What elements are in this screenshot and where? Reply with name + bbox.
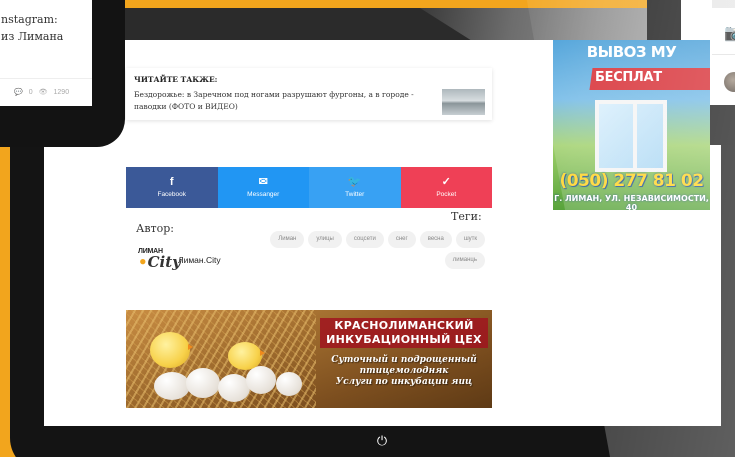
- author-logo[interactable]: ЛИМАН •City: [138, 248, 181, 272]
- tag-item[interactable]: лиманць: [444, 252, 485, 269]
- window-frame: [633, 104, 637, 168]
- ad-incubator-title-line-1: КРАСНОЛИМАНСКИЙ: [334, 319, 474, 332]
- tag-item[interactable]: соцсети: [345, 231, 384, 248]
- phone-left-stats: 💬 0 👁 1290: [14, 88, 70, 97]
- share-facebook-label: Facebook: [157, 191, 187, 198]
- phone-left-line-2: из Лимана: [1, 30, 64, 43]
- ad-incubator-title-line-2: ИНКУБАЦИОННЫЙ ЦЕХ: [326, 333, 482, 346]
- view-count: 1290: [53, 88, 70, 96]
- tags-list: Лиман улицы соцсети снег весна шутк лима…: [259, 231, 485, 269]
- phone-left-divider: [0, 78, 92, 79]
- egg-image: [246, 366, 276, 394]
- chick-image: [150, 332, 190, 368]
- read-also-label: ЧИТАЙТЕ ТАКЖЕ:: [134, 75, 218, 84]
- eye-icon: 👁: [38, 89, 48, 96]
- share-bar: f Facebook ✉ Messanger 🐦 Twitter ✓ Pocke…: [126, 167, 492, 208]
- ad-banner-incubator[interactable]: КРАСНОЛИМАНСКИЙ ИНКУБАЦИОННЫЙ ЦЕХ Суточн…: [126, 310, 492, 408]
- share-facebook-button[interactable]: f Facebook: [126, 167, 218, 208]
- twitter-icon: 🐦: [347, 176, 362, 188]
- tag-item[interactable]: весна: [419, 231, 452, 248]
- chick-image: [228, 342, 262, 370]
- tags-label: Теги:: [451, 210, 482, 223]
- author-name[interactable]: Лиман.City: [178, 255, 221, 265]
- author-label: Автор:: [136, 222, 174, 235]
- window-image: [595, 100, 667, 172]
- tag-item[interactable]: шутк: [455, 231, 485, 248]
- top-bar-accent: [124, 0, 648, 8]
- ad-incubator-sub-line-1: Суточный и подрощенный: [331, 355, 477, 365]
- author-logo-bottom: •City: [138, 253, 181, 271]
- phone-left-screen: nstagram: из Лимана 💬 0 👁 1290: [0, 0, 92, 106]
- phone-right-row: [712, 0, 735, 8]
- ad-incubator-sub-line-3: Услуги по инкубации яиц: [335, 377, 473, 387]
- phone-left-text: nstagram: из Лимана: [0, 11, 92, 45]
- share-messenger-button[interactable]: ✉ Messanger: [217, 167, 309, 208]
- messenger-icon: ✉: [258, 176, 268, 188]
- read-also-block[interactable]: ЧИТАЙТЕ ТАКЖЕ: Бездорожье: в Заречном по…: [126, 68, 492, 120]
- author-logo-city: City: [147, 253, 181, 271]
- share-messenger-label: Messanger: [247, 191, 280, 198]
- chick-beak: [260, 350, 265, 356]
- egg-image: [186, 368, 220, 398]
- power-icon[interactable]: ⏻: [374, 433, 390, 449]
- tag-item[interactable]: улицы: [308, 231, 342, 248]
- comment-count: 0: [28, 88, 33, 96]
- share-pocket-button[interactable]: ✓ Pocket: [400, 167, 492, 208]
- tag-item[interactable]: Лиман: [270, 231, 305, 248]
- egg-image: [154, 372, 190, 400]
- camera-icon[interactable]: 📷: [724, 26, 735, 42]
- phone-left-line-1: nstagram:: [1, 13, 58, 26]
- tag-item[interactable]: снег: [387, 231, 416, 248]
- ad-phone-number: (050) 277 81 02: [559, 171, 704, 191]
- comment-icon: 💬: [14, 89, 23, 96]
- phone-right-divider: [712, 54, 735, 55]
- ad-band-text: БЕСПЛАТ: [595, 70, 662, 85]
- ad-incubator-subtitle: Суточный и подрощенный птицемолодняк Усл…: [320, 355, 488, 388]
- share-pocket-label: Pocket: [436, 191, 457, 198]
- ad-incubator-title: КРАСНОЛИМАНСКИЙ ИНКУБАЦИОННЫЙ ЦЕХ: [320, 319, 488, 347]
- egg-image: [276, 372, 302, 396]
- ad-banner-waste-removal[interactable]: ВЫВОЗ МУ БЕСПЛАТ (050) 277 81 02 Г. ЛИМА…: [553, 40, 710, 210]
- ad-address: Г. ЛИМАН, УЛ. НЕЗАВИСИМОСТИ, 40: [554, 194, 709, 210]
- ad-headline: ВЫВОЗ МУ: [586, 43, 677, 61]
- pocket-icon: ✓: [441, 176, 451, 188]
- share-twitter-label: Twitter: [345, 191, 365, 198]
- read-also-thumbnail[interactable]: [442, 89, 485, 115]
- facebook-icon: f: [169, 176, 174, 188]
- read-also-link[interactable]: Бездорожье: в Заречном под ногами разруш…: [134, 89, 439, 113]
- chick-beak: [188, 344, 193, 350]
- share-twitter-button[interactable]: 🐦 Twitter: [309, 167, 401, 208]
- ad-incubator-sub-line-2: птицемолодняк: [359, 366, 449, 376]
